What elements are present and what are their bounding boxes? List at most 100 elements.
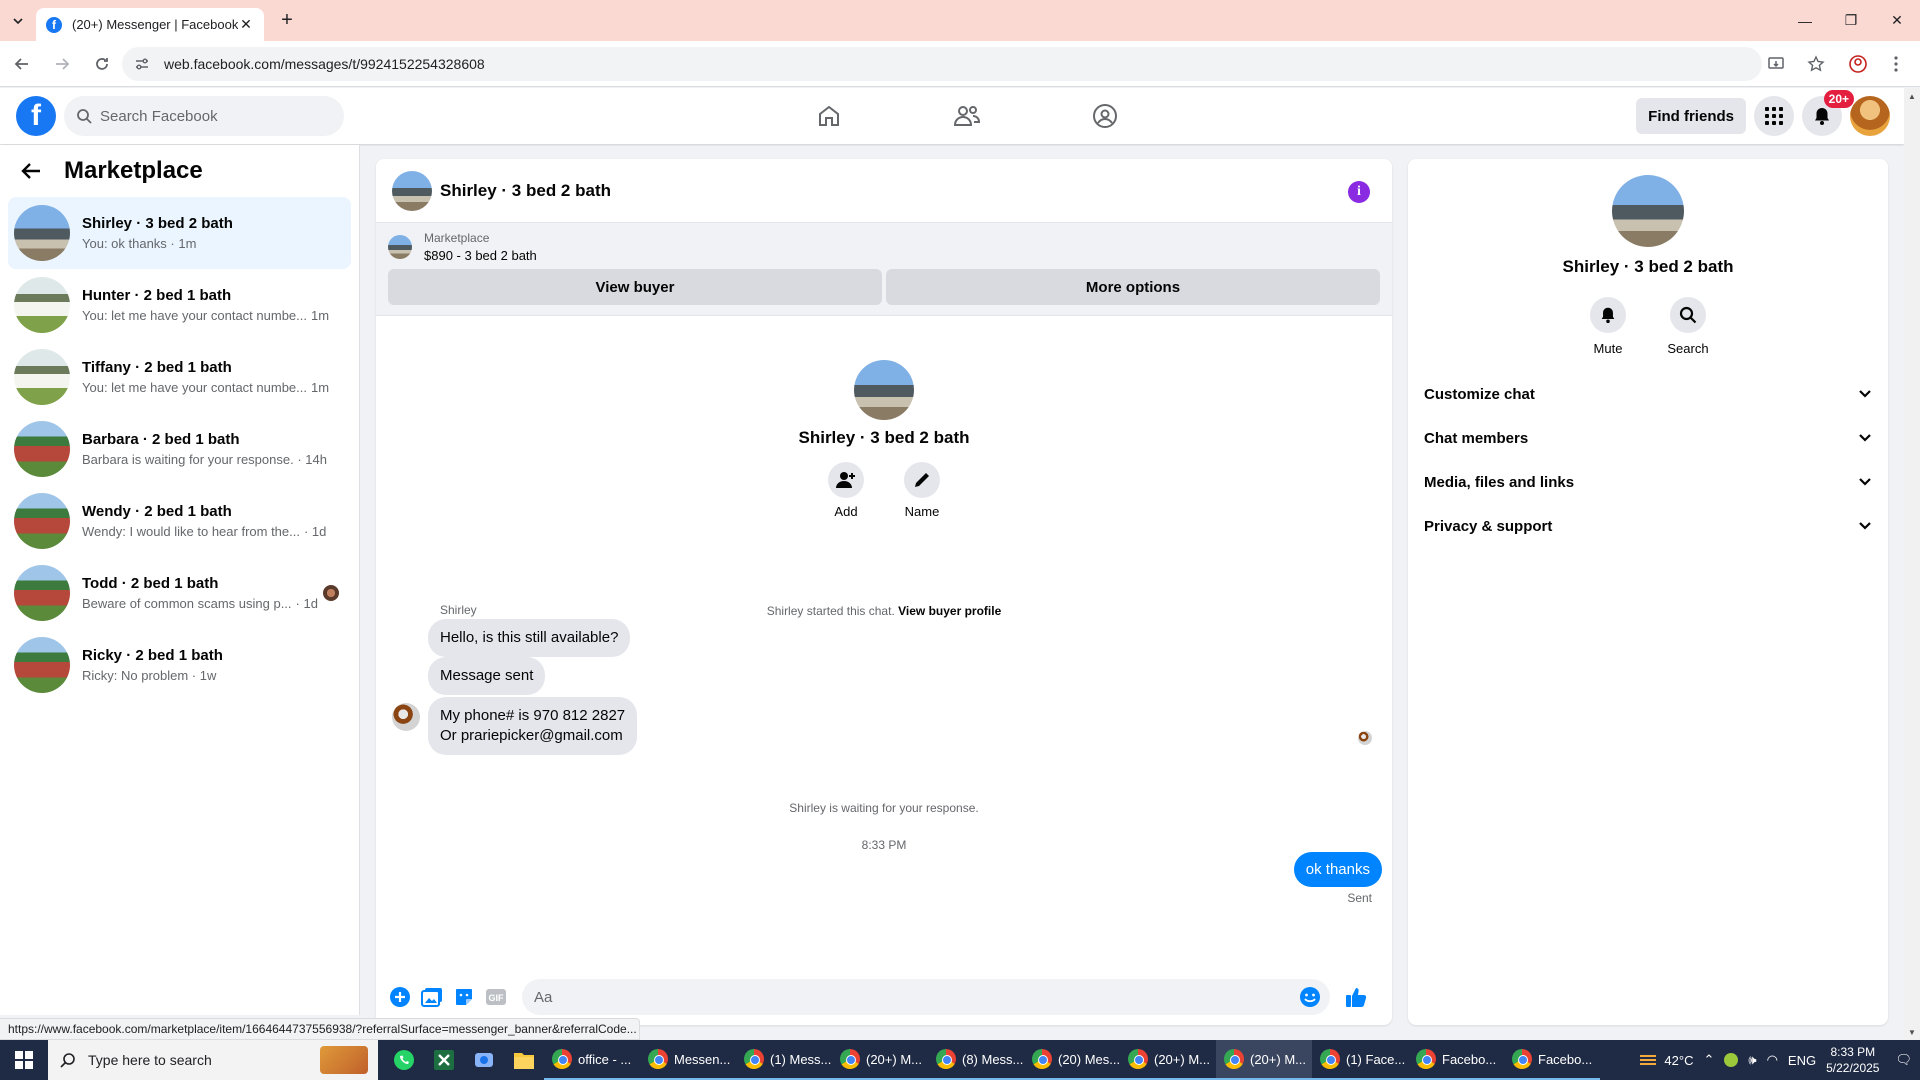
taskbar-window-button[interactable]: (20+) M... — [1216, 1040, 1312, 1080]
tab-search-button[interactable] — [0, 0, 36, 41]
forward-button[interactable] — [44, 46, 80, 82]
app-icon[interactable] — [464, 1040, 504, 1080]
taskbar-window-button[interactable]: (20) Mes... — [1024, 1040, 1120, 1080]
media-files-links-section[interactable]: Media, files and links — [1408, 460, 1888, 504]
conversation-item[interactable]: Todd · 2 bed 1 bath Beware of common sca… — [8, 557, 351, 629]
view-buyer-button[interactable]: View buyer — [388, 269, 882, 305]
notification-center-icon[interactable]: 🗨 — [1895, 1052, 1912, 1068]
close-tab-icon[interactable]: ✕ — [238, 16, 254, 33]
taskbar-window-button[interactable]: (8) Mess... — [928, 1040, 1024, 1080]
bookmark-star-icon[interactable] — [1802, 50, 1830, 78]
main-nav — [760, 88, 1174, 144]
sticker-button[interactable] — [448, 981, 480, 1013]
reload-button[interactable] — [84, 46, 120, 82]
scroll-down-arrow-icon[interactable]: ▼ — [1904, 1024, 1920, 1040]
conversation-thumbnail — [14, 637, 70, 693]
info-icon[interactable]: i — [1348, 181, 1370, 203]
find-friends-button[interactable]: Find friends — [1636, 98, 1746, 134]
menu-button[interactable] — [1754, 96, 1794, 136]
facebook-search[interactable] — [64, 96, 344, 136]
install-app-icon[interactable] — [1762, 50, 1790, 78]
privacy-support-section[interactable]: Privacy & support — [1408, 504, 1888, 548]
conversation-item[interactable]: Wendy · 2 bed 1 bath Wendy: I would like… — [8, 485, 351, 557]
chat-title[interactable]: Shirley · 3 bed 2 bath — [440, 181, 611, 201]
more-options-button[interactable]: More options — [886, 269, 1380, 305]
customize-chat-section[interactable]: Customize chat — [1408, 372, 1888, 416]
nav-home[interactable] — [760, 88, 898, 144]
weather-widget[interactable]: 42°C — [1638, 1052, 1693, 1068]
sidebar-back-button[interactable] — [20, 161, 48, 181]
clock[interactable]: 8:33 PM 5/22/2025 — [1826, 1044, 1879, 1076]
chevron-up-icon[interactable]: ⌃ — [1703, 1052, 1714, 1068]
search-label: Search — [1667, 341, 1709, 356]
url-text: web.facebook.com/messages/t/992415225432… — [164, 56, 485, 72]
taskbar-window-label: office - ... — [578, 1051, 632, 1067]
nav-groups[interactable] — [1036, 88, 1174, 144]
taskbar-window-button[interactable]: Messen... — [640, 1040, 736, 1080]
excel-icon[interactable] — [424, 1040, 464, 1080]
listing-row[interactable]: Marketplace $890 - 3 bed 2 bath — [388, 231, 1380, 263]
conversation-thumbnail — [14, 205, 70, 261]
facebook-favicon-icon: f — [46, 16, 62, 33]
taskbar-window-button[interactable]: (20+) M... — [832, 1040, 928, 1080]
view-buyer-profile-link[interactable]: View buyer profile — [898, 604, 1001, 618]
message-bubble[interactable]: Message sent — [428, 657, 546, 695]
scroll-up-arrow-icon[interactable]: ▲ — [1904, 88, 1920, 104]
close-window-button[interactable]: ✕ — [1874, 0, 1920, 41]
whatsapp-icon[interactable] — [384, 1040, 424, 1080]
chrome-icon — [936, 1049, 956, 1069]
message-bubble[interactable]: Hello, is this still available? — [428, 619, 631, 657]
minimize-button[interactable]: — — [1782, 0, 1828, 41]
page-scrollbar[interactable]: ▲ ▼ — [1904, 88, 1920, 1040]
back-button[interactable] — [4, 46, 40, 82]
mute-button[interactable]: Mute — [1584, 297, 1632, 356]
my-message-bubble[interactable]: ok thanks — [1293, 852, 1382, 887]
chrome-icon — [840, 1049, 860, 1069]
emoji-button[interactable] — [1298, 985, 1322, 1009]
conversation-item[interactable]: Ricky · 2 bed 1 bath Ricky: No problem ·… — [8, 629, 351, 701]
browser-tab-active[interactable]: f (20+) Messenger | Facebook ✕ — [36, 8, 264, 41]
taskbar-window-button[interactable]: (1) Face... — [1312, 1040, 1408, 1080]
restore-button[interactable]: ❐ — [1828, 0, 1874, 41]
kebab-menu-icon[interactable] — [1882, 50, 1910, 78]
file-explorer-icon[interactable] — [504, 1040, 544, 1080]
account-avatar[interactable] — [1850, 96, 1890, 136]
taskbar-window-button[interactable]: Facebo... — [1408, 1040, 1504, 1080]
message-input[interactable] — [534, 988, 1298, 1006]
taskbar-window-button[interactable]: (20+) M... — [1120, 1040, 1216, 1080]
profile-icon[interactable] — [1844, 50, 1872, 78]
facebook-search-input[interactable] — [100, 107, 320, 125]
conversation-item[interactable]: Tiffany · 2 bed 1 bath You: let me have … — [8, 341, 351, 413]
address-bar[interactable]: web.facebook.com/messages/t/992415225432… — [122, 47, 1762, 81]
add-people-button[interactable]: Add — [826, 462, 866, 519]
edit-name-button[interactable]: Name — [902, 462, 942, 519]
taskbar-search[interactable]: Type here to search — [48, 1040, 378, 1080]
like-button[interactable] — [1340, 981, 1372, 1013]
site-settings-icon[interactable] — [134, 56, 154, 72]
conversation-item[interactable]: Hunter · 2 bed 1 bath You: let me have y… — [8, 269, 351, 341]
wifi-icon[interactable]: ◠ — [1767, 1052, 1778, 1068]
notifications-button[interactable]: 20+ — [1802, 90, 1854, 136]
new-tab-button[interactable]: + — [272, 6, 302, 36]
chat-avatar[interactable] — [392, 170, 432, 211]
more-actions-button[interactable] — [384, 981, 416, 1013]
taskbar-window-button[interactable]: Facebo... — [1504, 1040, 1600, 1080]
nav-friends[interactable] — [898, 88, 1036, 144]
app-tray-icon[interactable] — [1724, 1053, 1739, 1067]
sender-avatar[interactable] — [392, 703, 420, 731]
message-bubble-multiline[interactable]: My phone# is 970 812 2827 Or prariepicke… — [428, 697, 638, 755]
conversation-item[interactable]: Barbara · 2 bed 1 bath Barbara is waitin… — [8, 413, 351, 485]
facebook-logo[interactable]: f — [16, 96, 56, 136]
conversation-item[interactable]: Shirley · 3 bed 2 bath You: ok thanks · … — [8, 197, 351, 269]
language-indicator[interactable]: ENG — [1788, 1053, 1816, 1068]
taskbar-window-button[interactable]: (1) Mess... — [736, 1040, 832, 1080]
chat-members-section[interactable]: Chat members — [1408, 416, 1888, 460]
taskbar-window-button[interactable]: office - ... — [544, 1040, 640, 1080]
start-button[interactable] — [0, 1040, 48, 1080]
conversation-snippet: Barbara is waiting for your response. · … — [82, 452, 327, 467]
attach-photo-button[interactable] — [416, 981, 448, 1013]
gif-button[interactable]: GIF — [480, 981, 512, 1013]
message-composer: GIF — [376, 969, 1392, 1025]
search-in-chat-button[interactable]: Search — [1664, 297, 1712, 356]
speaker-icon[interactable]: 🕪 — [1748, 1052, 1756, 1068]
